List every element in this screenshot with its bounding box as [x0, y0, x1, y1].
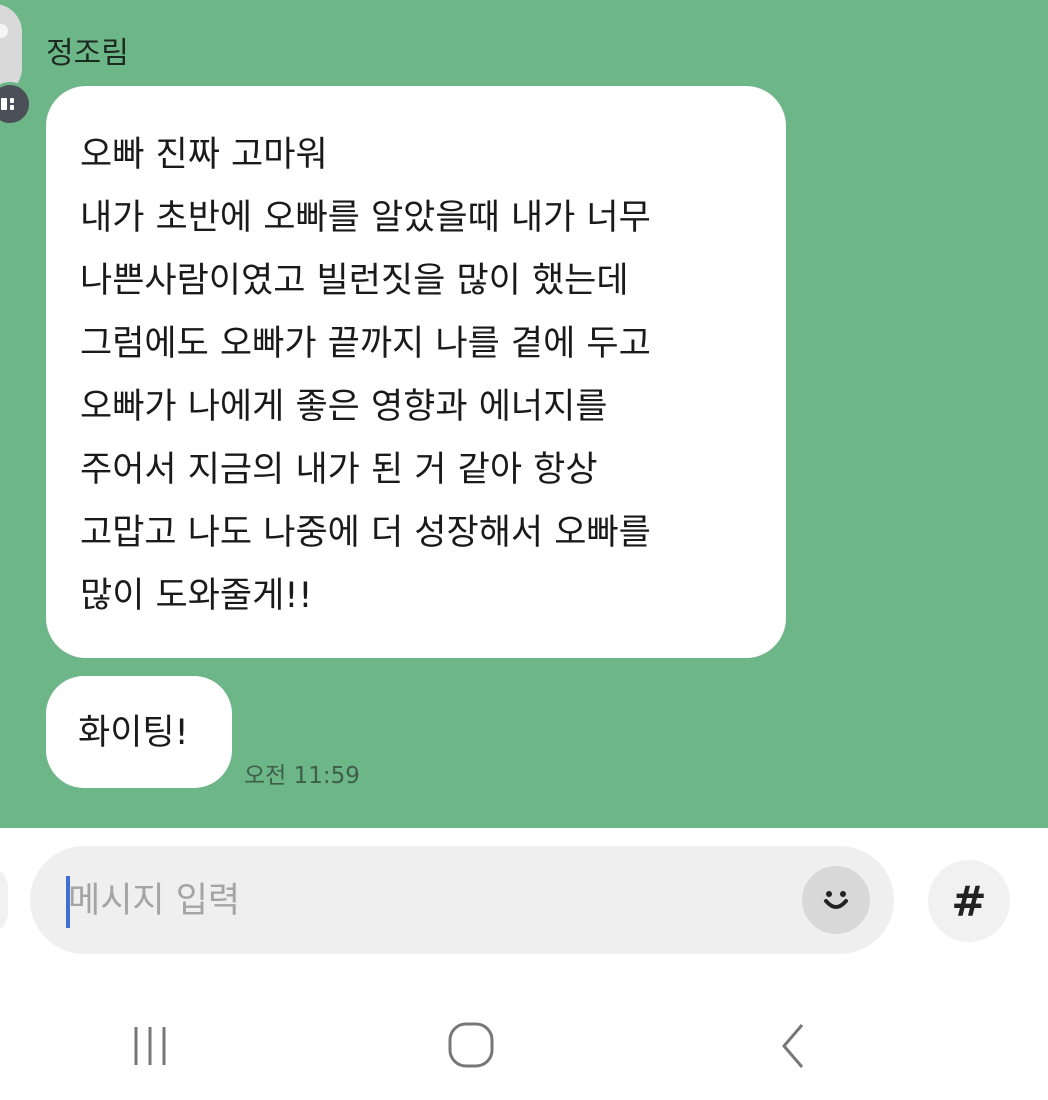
home-icon	[448, 1022, 494, 1068]
message-line: 많이 도와줄게!!	[80, 576, 313, 616]
avatar-badge-icon	[0, 82, 32, 126]
emoji-button[interactable]	[802, 866, 870, 934]
message-input[interactable]	[66, 870, 810, 932]
hashtag-button[interactable]: #	[928, 860, 1010, 942]
message-timestamp: 오전 11:59	[244, 763, 360, 789]
message-line: 주어서 지금의 내가 된 거 같아 항상	[80, 450, 598, 490]
message-text: 화이팅!	[78, 713, 189, 753]
hashtag-label: #	[951, 876, 987, 926]
recent-apps-icon	[134, 1027, 166, 1065]
recent-apps-button[interactable]	[118, 1014, 182, 1078]
text-caret	[66, 876, 70, 928]
message-line: 오빠가 나에게 좋은 영향과 에너지를	[80, 387, 608, 427]
back-chevron-icon	[782, 1024, 804, 1068]
system-navigation-bar	[0, 990, 1048, 1100]
message-line: 내가 초반에 오빠를 알았을때 내가 너무	[80, 198, 651, 238]
message-bubble[interactable]: 화이팅!	[46, 676, 232, 788]
back-button[interactable]	[762, 1014, 826, 1078]
message-line: 오빠 진짜 고마워	[80, 135, 328, 175]
message-line: 그럼에도 오빠가 끝까지 나를 곁에 두고	[80, 324, 651, 364]
message-line: 나쁜사람이였고 빌런짓을 많이 했는데	[80, 261, 629, 301]
home-button[interactable]	[438, 1012, 504, 1078]
attach-button[interactable]	[0, 864, 8, 936]
chat-area[interactable]: 정조림 오빠 진짜 고마워 내가 초반에 오빠를 알았을때 내가 너무 나쁜사람…	[0, 0, 1048, 828]
smiley-face-icon	[824, 891, 848, 909]
message-line: 고맙고 나도 나중에 더 성장해서 오빠를	[80, 513, 651, 553]
avatar-figure	[0, 24, 8, 38]
sender-name: 정조림	[46, 36, 129, 71]
message-composer[interactable]	[30, 846, 894, 954]
message-bubble[interactable]: 오빠 진짜 고마워 내가 초반에 오빠를 알았을때 내가 너무 나쁜사람이였고 …	[46, 86, 786, 658]
